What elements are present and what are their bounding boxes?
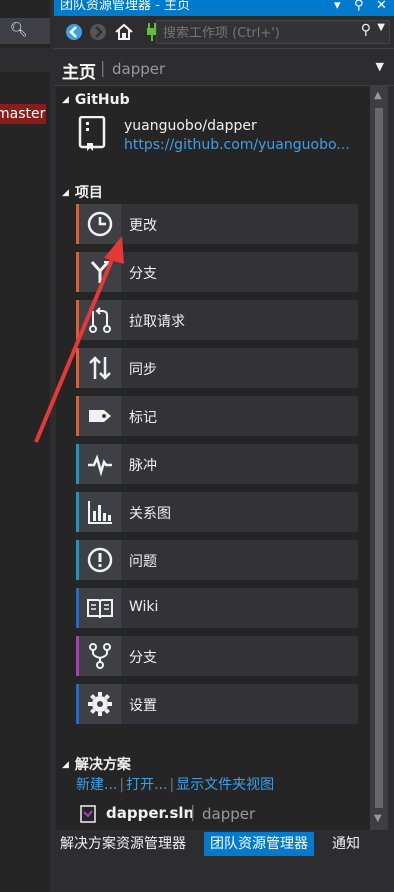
pin-icon[interactable]: ⚲ xyxy=(354,0,364,14)
tile-icon-box xyxy=(79,396,121,436)
tile-label: 分支 xyxy=(129,266,157,282)
tile-icon-box xyxy=(79,588,121,628)
home-content: ◢ GitHub yuanguobo/dapper https://github.… xyxy=(56,86,370,830)
clock-icon xyxy=(87,211,113,237)
bar-chart-icon xyxy=(88,501,112,524)
tile-icon-box xyxy=(79,300,121,340)
branch-icon xyxy=(90,261,110,283)
page-header: 主页 | dapper ▼ xyxy=(54,50,394,86)
tile-label: Wiki xyxy=(129,599,159,615)
page-title: 主页 xyxy=(62,63,96,83)
current-repo: dapper xyxy=(112,60,166,78)
tile-icon-box xyxy=(79,636,121,676)
link-separator: | xyxy=(169,777,175,793)
search-icon[interactable]: 🔍︎ xyxy=(10,22,28,38)
gear-icon xyxy=(88,692,112,716)
dropdown-icon[interactable]: ▾ xyxy=(334,0,341,14)
left-pane: 🔍︎ master xyxy=(0,0,54,892)
bottom-tab[interactable]: 解决方案资源管理器 xyxy=(54,832,192,856)
project-tile[interactable]: 拉取请求 xyxy=(76,300,358,340)
project-tile[interactable]: 关系图 xyxy=(76,492,358,532)
pull-request-icon xyxy=(89,307,111,333)
title-bar: 团队资源管理器 - 主页 ▾ ⚲ ✕ xyxy=(54,0,394,16)
tile-label: 脉冲 xyxy=(129,458,157,474)
exclamation-icon xyxy=(87,547,113,573)
book-icon xyxy=(87,599,113,619)
section-title: GitHub xyxy=(74,92,130,108)
link-separator: | xyxy=(119,777,125,793)
bottom-tab[interactable]: 通知 xyxy=(326,832,366,856)
pulse-icon xyxy=(88,454,112,477)
tile-label: 拉取请求 xyxy=(129,314,185,330)
scroll-up-icon[interactable]: ▲ xyxy=(374,90,382,101)
tile-label: 关系图 xyxy=(129,506,171,522)
solution-file-icon xyxy=(80,805,96,823)
sync-arrows-icon xyxy=(89,356,111,380)
project-tile[interactable]: 问题 xyxy=(76,540,358,580)
project-tile[interactable]: 设置 xyxy=(76,684,358,724)
collapse-arrow-icon[interactable]: ◢ xyxy=(62,95,69,105)
tile-icon-box xyxy=(79,492,121,532)
project-tile[interactable]: 分支 xyxy=(76,252,358,292)
tile-label: 同步 xyxy=(129,362,157,378)
project-tile[interactable]: 脉冲 xyxy=(76,444,358,484)
bottom-tab-bar: 解决方案资源管理器 团队资源管理器 通知 xyxy=(54,830,394,858)
collapse-arrow-icon[interactable]: ◢ xyxy=(62,760,69,770)
github-section-header[interactable]: ◢ GitHub xyxy=(62,92,130,108)
tile-icon-box xyxy=(79,444,121,484)
search-box[interactable]: ⚲ ▼ xyxy=(156,20,390,45)
collapse-arrow-icon[interactable]: ◢ xyxy=(62,188,69,198)
tile-icon-box xyxy=(79,252,121,292)
tile-icon-box xyxy=(79,348,121,388)
pane-divider xyxy=(50,0,54,892)
search-input[interactable] xyxy=(161,21,325,45)
solution-file-name[interactable]: dapper.sln xyxy=(106,804,194,822)
tile-label: 更改 xyxy=(129,218,157,234)
open-solution-link[interactable]: 打开... xyxy=(126,777,167,793)
tile-label: 问题 xyxy=(129,554,157,570)
tile-label: 分支 xyxy=(129,650,157,666)
fork-icon xyxy=(89,643,111,669)
project-tile[interactable]: Wiki xyxy=(76,588,358,628)
page-dropdown-icon[interactable]: ▼ xyxy=(376,60,384,73)
tile-icon-box xyxy=(79,204,121,244)
back-arrow-icon[interactable] xyxy=(64,22,84,42)
separator: | xyxy=(190,802,196,821)
window-title: 团队资源管理器 - 主页 xyxy=(60,0,190,13)
solution-links: 新建... | 打开... | 显示文件夹视图 xyxy=(76,774,274,794)
close-icon[interactable]: ✕ xyxy=(376,0,387,14)
section-title: 项目 xyxy=(74,185,103,201)
left-pane-row xyxy=(0,48,50,72)
tile-icon-box xyxy=(79,540,121,580)
solution-repo: dapper xyxy=(202,805,256,823)
repo-name: yuanguobo/dapper xyxy=(124,118,257,134)
bottom-tab[interactable]: 团队资源管理器 xyxy=(204,832,314,856)
forward-arrow-icon[interactable] xyxy=(88,22,108,42)
project-tile[interactable]: 更改 xyxy=(76,204,358,244)
separator: | xyxy=(100,58,106,77)
branch-indicator[interactable]: master xyxy=(0,104,46,124)
solutions-section-header[interactable]: ◢ 解决方案 xyxy=(62,754,131,774)
project-section-header[interactable]: ◢ 项目 xyxy=(62,182,103,202)
tile-label: 标记 xyxy=(129,410,157,426)
tag-icon xyxy=(89,410,111,422)
vertical-scrollbar[interactable]: ▲ ▼ xyxy=(370,86,388,830)
tile-label: 设置 xyxy=(129,698,157,714)
left-pane-toolbar: 🔍︎ xyxy=(0,18,50,44)
project-tile[interactable]: 同步 xyxy=(76,348,358,388)
project-tile[interactable]: 标记 xyxy=(76,396,358,436)
home-icon[interactable] xyxy=(114,22,134,42)
show-folder-view-link[interactable]: 显示文件夹视图 xyxy=(176,777,274,793)
scroll-thumb[interactable] xyxy=(375,108,383,808)
search-icon[interactable]: ⚲ xyxy=(361,22,371,38)
repository-book-icon xyxy=(78,116,106,151)
repo-url-link[interactable]: https://github.com/yuanguobo... xyxy=(124,137,366,153)
project-tile[interactable]: 分支 xyxy=(76,636,358,676)
section-title: 解决方案 xyxy=(74,757,131,773)
tile-icon-box xyxy=(79,684,121,724)
scroll-down-icon[interactable]: ▼ xyxy=(374,813,382,824)
new-solution-link[interactable]: 新建... xyxy=(76,777,117,793)
chevron-down-icon[interactable]: ▼ xyxy=(377,22,385,33)
